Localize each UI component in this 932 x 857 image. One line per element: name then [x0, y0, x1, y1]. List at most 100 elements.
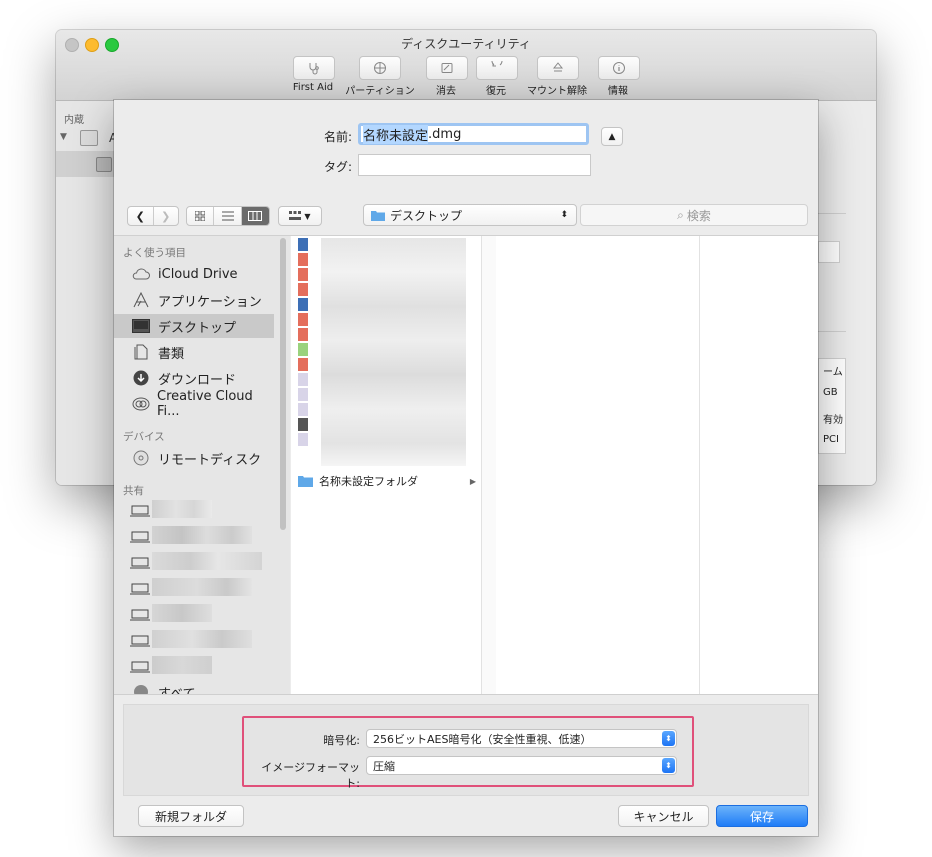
pdf-icon — [298, 328, 308, 341]
file-column-1: 名称未設定フォルダ ▶ — [291, 236, 481, 694]
updown-arrows-icon: ⬍ — [662, 731, 675, 746]
shared-computer[interactable] — [130, 656, 212, 677]
volume-icon — [96, 157, 112, 172]
tags-label: タグ: — [323, 160, 352, 174]
back-button[interactable]: ❮ — [128, 207, 154, 225]
sidebar-item-applications[interactable]: アプリケーション — [114, 288, 274, 312]
cloud-icon — [130, 268, 152, 280]
unmount-button[interactable] — [537, 56, 579, 80]
sidebar-item-label: リモートディスク — [158, 452, 262, 468]
shared-computer[interactable] — [130, 526, 252, 547]
tags-input[interactable] — [358, 154, 591, 176]
list-icon — [221, 211, 234, 221]
search-field[interactable]: ⌕ 検索 — [580, 204, 808, 226]
file-icon — [298, 373, 308, 386]
new-folder-button[interactable]: 新規フォルダ — [138, 805, 244, 827]
sidebar-item-documents[interactable]: 書類 — [114, 340, 274, 364]
search-icon: ⌕ — [677, 207, 684, 222]
toolbar-label: 消去 — [436, 86, 456, 97]
file-column-2 — [496, 236, 699, 694]
redacted-name — [152, 630, 252, 648]
shared-computer[interactable] — [130, 578, 252, 599]
format-popup[interactable]: 圧縮 ⬍ — [366, 756, 677, 775]
format-label: イメージフォーマット: — [261, 761, 360, 790]
toolbar-label: 復元 — [486, 86, 506, 97]
arrange-grid-icon — [289, 211, 302, 220]
partition-button[interactable] — [359, 56, 401, 80]
forward-button[interactable]: ❯ — [154, 207, 179, 225]
disclosure-triangle-icon[interactable]: ▼ — [60, 132, 67, 142]
selected-volume-row[interactable] — [56, 151, 114, 177]
titlebar: ディスクユーティリティ First Aid パーティション 消去 復元 マウント… — [56, 30, 876, 101]
shared-header: 共有 — [123, 485, 144, 497]
separator — [114, 694, 818, 695]
new-folder-row[interactable]: 名称未設定フォルダ ▶ — [298, 473, 476, 489]
disk-icon — [80, 130, 98, 146]
erase-button[interactable] — [426, 56, 468, 80]
documents-icon — [130, 344, 152, 360]
toolbar-label: 情報 — [608, 86, 628, 97]
favorites-header: よく使う項目 — [123, 247, 186, 259]
encryption-popup[interactable]: 256ビットAES暗号化（安全性重視、低速） ⬍ — [366, 729, 677, 748]
shared-computer[interactable] — [130, 630, 252, 651]
shared-computer[interactable] — [130, 500, 212, 521]
folder-icon — [298, 476, 313, 487]
sidebar-item-label: ダウンロード — [158, 372, 237, 388]
pdf-icon — [298, 268, 308, 281]
file-icon — [298, 433, 308, 446]
sidebar-item-remote-disc[interactable]: リモートディスク — [114, 446, 274, 470]
save-button[interactable]: 保存 — [716, 805, 808, 827]
view-mode-control — [186, 206, 270, 226]
sidebar-item-label: デスクトップ — [158, 320, 237, 336]
back-forward-control: ❮ ❯ — [127, 206, 179, 226]
usage-bar — [818, 241, 840, 263]
info-value: GB — [823, 387, 838, 398]
location-label: デスクトップ — [390, 208, 463, 223]
eject-icon — [552, 62, 564, 72]
cancel-button[interactable]: キャンセル — [618, 805, 709, 827]
redacted-name — [152, 656, 212, 674]
info-button[interactable] — [598, 56, 640, 80]
divider — [818, 331, 846, 332]
location-popup[interactable]: デスクトップ ⬍ — [363, 204, 577, 226]
redacted-name — [152, 604, 212, 622]
sidebar-item-label: すべて... — [158, 686, 208, 695]
computer-icon — [130, 505, 150, 517]
restore-button[interactable] — [476, 56, 518, 80]
list-view-button[interactable] — [214, 207, 242, 225]
sidebar-item-label: 書類 — [158, 346, 185, 362]
sidebar-item-label: アプリケーション — [158, 294, 262, 310]
applications-icon — [130, 292, 152, 308]
first-aid-button[interactable] — [293, 56, 335, 80]
redacted-name — [152, 500, 212, 518]
file-icon — [298, 388, 308, 401]
pdf-icon — [298, 358, 308, 371]
sidebar-scrollbar[interactable] — [280, 238, 286, 530]
image-file-icon — [298, 418, 308, 431]
filename-input[interactable]: 名称未設定 .dmg — [358, 123, 589, 145]
column-view-button[interactable] — [241, 207, 269, 225]
sidebar-item-desktop[interactable]: デスクトップ — [114, 314, 274, 338]
toolbar-label: First Aid — [292, 82, 334, 93]
sidebar-item-all[interactable]: すべて... — [114, 680, 274, 694]
word-doc-icon — [298, 298, 308, 311]
sidebar-item-downloads[interactable]: ダウンロード — [114, 366, 274, 390]
sidebar-item-creative-cloud[interactable]: Creative Cloud Fi... — [114, 389, 274, 419]
computer-icon — [130, 531, 150, 543]
shared-computer[interactable] — [130, 604, 212, 625]
column-divider[interactable] — [481, 236, 497, 694]
sidebar-item-icloud[interactable]: iCloud Drive — [114, 262, 274, 286]
columns-icon — [248, 211, 263, 221]
toolbar-label: パーティション — [345, 86, 415, 97]
sidebar-item-label: iCloud Drive — [158, 266, 238, 282]
save-sheet: 名前: 名称未設定.dmg ▲ タグ: ❮ ❯ ▼ デスクトップ ⬍ ⌕ 検索 — [114, 100, 818, 836]
devices-header: デバイス — [123, 431, 165, 443]
collapse-sheet-button[interactable]: ▲ — [601, 127, 623, 146]
computer-icon — [130, 635, 150, 647]
partition-icon — [374, 62, 386, 74]
info-value: PCI — [823, 434, 839, 445]
shared-computer[interactable] — [130, 552, 262, 573]
arrange-button[interactable]: ▼ — [278, 206, 322, 226]
redacted-name — [152, 578, 252, 596]
icon-view-button[interactable] — [187, 207, 215, 225]
